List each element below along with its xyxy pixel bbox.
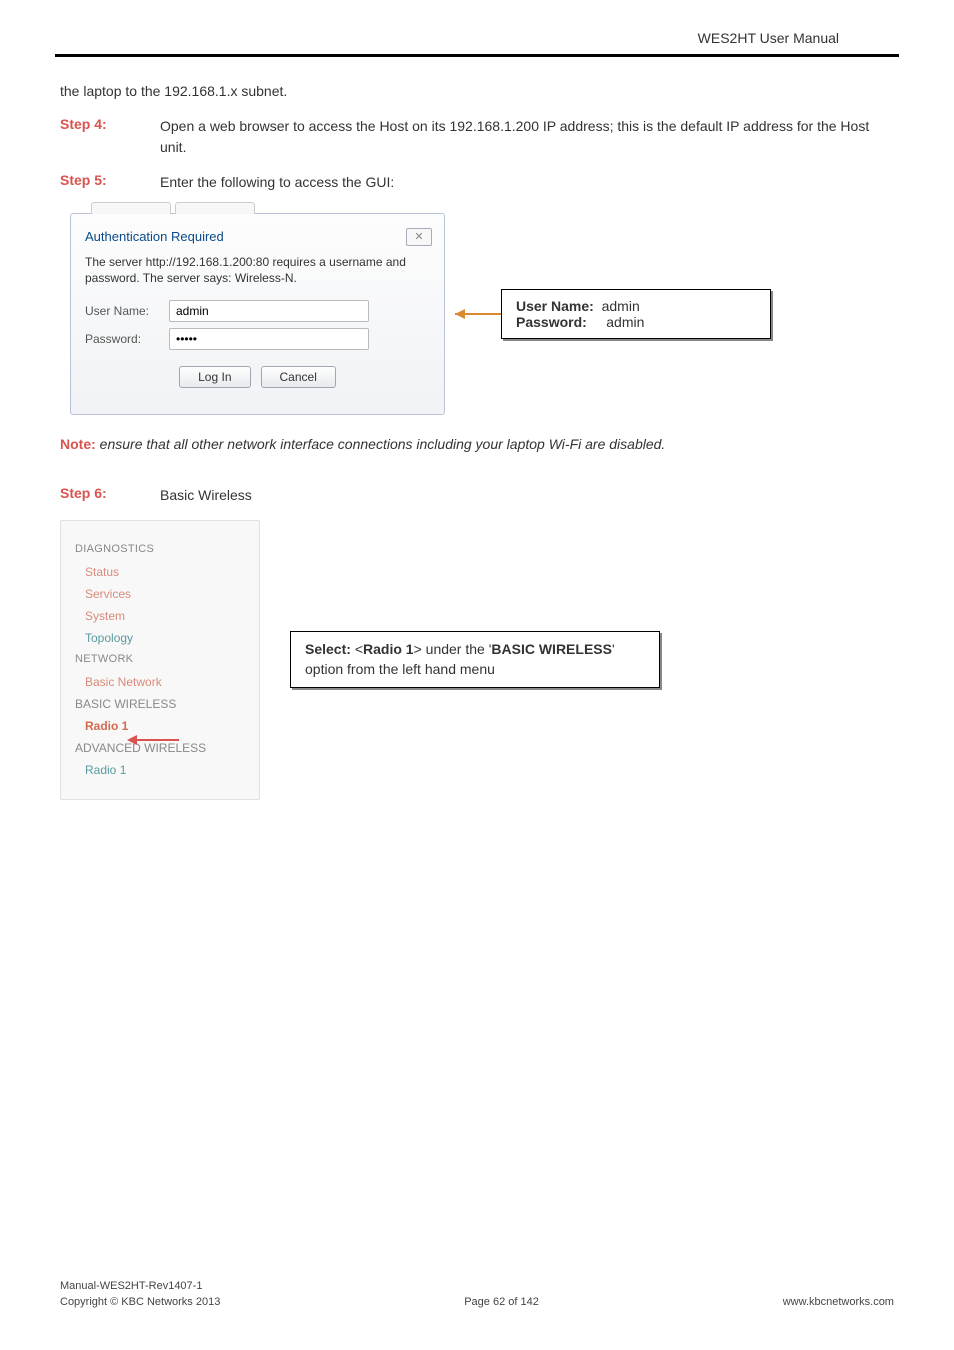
select-mid: under the ' — [422, 641, 492, 657]
step-4-row: Step 4: Open a web browser to access the… — [60, 116, 894, 158]
footer-left: Manual-WES2HT-Rev1407-1 Copyright © KBC … — [60, 1279, 220, 1310]
password-label: Password: — [85, 332, 169, 346]
creds-username-key: User Name: — [516, 298, 594, 314]
sidebar-row: DIAGNOSTICS Status Services System Topol… — [60, 520, 894, 800]
arrow-left-icon — [445, 304, 505, 324]
footer-page-number: Page 62 of 142 — [464, 1295, 539, 1310]
creds-password-val: admin — [606, 314, 644, 330]
step-5-text: Enter the following to access the GUI: — [160, 172, 394, 193]
page-content: the laptop to the 192.168.1.x subnet. St… — [0, 57, 954, 800]
sidebar-item-system[interactable]: System — [75, 605, 247, 627]
step-6-text: Basic Wireless — [160, 485, 252, 506]
dialog-tab — [175, 202, 255, 214]
page-header: WES2HT User Manual — [55, 0, 899, 57]
username-field-row: User Name: — [85, 300, 430, 322]
sidebar-item-services[interactable]: Services — [75, 583, 247, 605]
dialog-title-text: Authentication Required — [85, 229, 224, 244]
dialog-body: The server http://192.168.1.200:80 requi… — [71, 250, 444, 414]
sidebar-heading-basic-wireless: BASIC WIRELESS — [75, 693, 247, 715]
sidebar-heading-diagnostics: DIAGNOSTICS — [75, 543, 247, 555]
password-field-row: Password: — [85, 328, 430, 350]
sidebar-heading-network: NETWORK — [75, 653, 247, 665]
step-6-label: Step 6: — [60, 485, 160, 506]
note-label: Note: — [60, 436, 96, 452]
sidebar-item-topology[interactable]: Topology — [75, 627, 247, 649]
username-label: User Name: — [85, 304, 169, 318]
step-5-row: Step 5: Enter the following to access th… — [60, 172, 894, 193]
callout-line: User Name: admin — [516, 298, 756, 314]
dialog-titlebar: Authentication Required ✕ — [71, 220, 444, 250]
step-4-label: Step 4: — [60, 116, 160, 158]
select-bw: BASIC WIRELESS — [491, 641, 612, 657]
footer-copyright: Copyright © KBC Networks 2013 — [60, 1295, 220, 1310]
note-text: ensure that all other network interface … — [96, 436, 666, 452]
dialog-row: Authentication Required ✕ The server htt… — [70, 213, 894, 415]
header-title: WES2HT User Manual — [698, 30, 839, 46]
creds-password-key: Password: — [516, 314, 587, 330]
auth-dialog: Authentication Required ✕ The server htt… — [70, 213, 445, 415]
credentials-callout: User Name: admin Password: admin — [501, 289, 771, 339]
callout-line: Password: admin — [516, 314, 756, 330]
sidebar-item-radio1-adv[interactable]: Radio 1 — [75, 759, 247, 781]
select-radio: Radio 1 — [363, 641, 414, 657]
dialog-buttons: Log In Cancel — [85, 356, 430, 402]
intro-paragraph: the laptop to the 192.168.1.x subnet. — [60, 82, 894, 102]
dialog-message: The server http://192.168.1.200:80 requi… — [85, 254, 430, 286]
step-6-row: Step 6: Basic Wireless — [60, 485, 894, 506]
dialog-tab — [91, 202, 171, 214]
username-input[interactable] — [169, 300, 369, 322]
select-callout: Select: <Radio 1> under the 'BASIC WIREL… — [290, 631, 660, 688]
close-icon[interactable]: ✕ — [406, 228, 432, 246]
creds-username-val: admin — [602, 298, 640, 314]
note-paragraph: Note: ensure that all other network inte… — [60, 435, 894, 455]
password-input[interactable] — [169, 328, 369, 350]
arrow-left-icon — [121, 732, 181, 748]
dialog-tabs — [71, 202, 444, 220]
footer-url: www.kbcnetworks.com — [783, 1295, 894, 1310]
step-5-label: Step 5: — [60, 172, 160, 193]
select-prefix: Select: — [305, 641, 355, 657]
footer-manual-id: Manual-WES2HT-Rev1407-1 — [60, 1279, 220, 1294]
sidebar-item-basic-network[interactable]: Basic Network — [75, 671, 247, 693]
page-footer: Manual-WES2HT-Rev1407-1 Copyright © KBC … — [60, 1279, 894, 1310]
nav-sidebar: DIAGNOSTICS Status Services System Topol… — [60, 520, 260, 800]
cancel-button[interactable]: Cancel — [261, 366, 336, 388]
login-button[interactable]: Log In — [179, 366, 250, 388]
step-4-text: Open a web browser to access the Host on… — [160, 116, 894, 158]
sidebar-item-status[interactable]: Status — [75, 561, 247, 583]
